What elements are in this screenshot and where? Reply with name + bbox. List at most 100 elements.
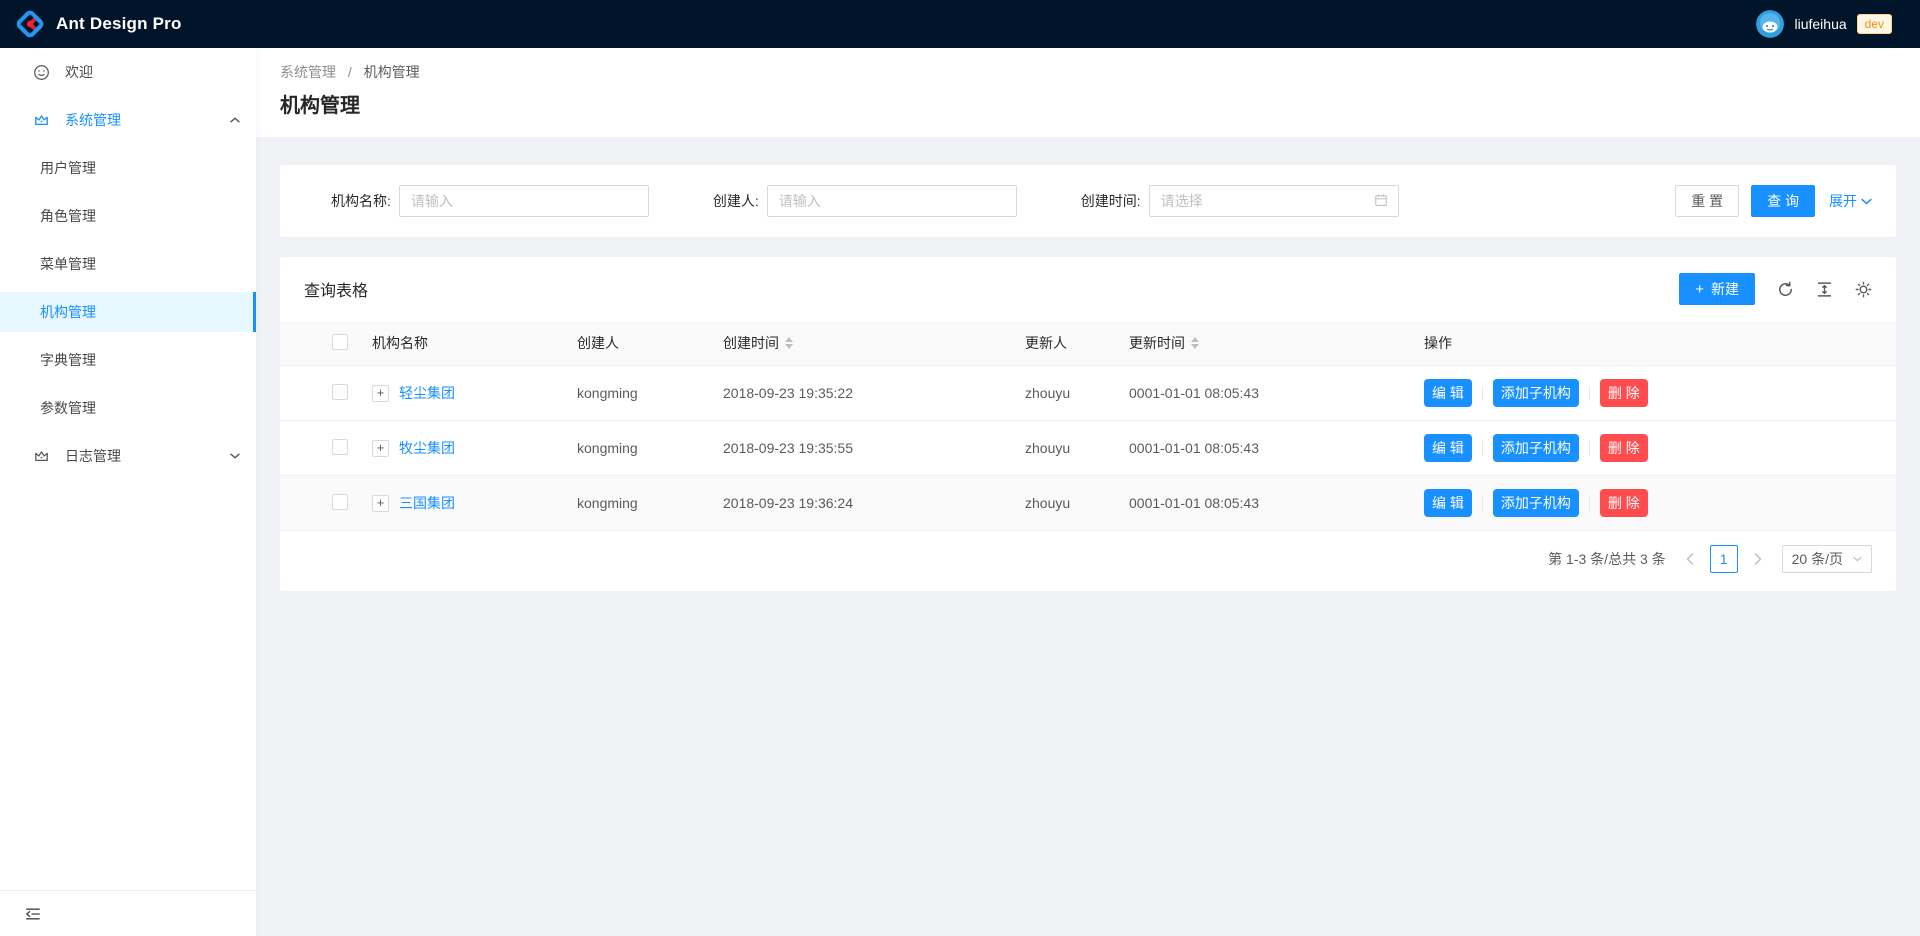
column-header-updated[interactable]: 更新时间 [1113, 321, 1408, 366]
sidebar-item-label: 菜单管理 [40, 254, 96, 274]
delete-button[interactable]: 删 除 [1600, 379, 1648, 407]
avatar [1756, 10, 1784, 38]
prev-page-button[interactable] [1676, 545, 1704, 573]
divider [1482, 496, 1483, 511]
expand-row-icon[interactable]: + [372, 385, 389, 402]
row-checkbox[interactable] [332, 384, 348, 400]
crown-icon [33, 112, 50, 129]
breadcrumb: 系统管理 / 机构管理 [280, 62, 1896, 82]
add-child-org-button[interactable]: 添加子机构 [1493, 379, 1579, 407]
updater-cell: zhouyu [1009, 421, 1113, 476]
sort-icon [1191, 337, 1199, 349]
edit-button[interactable]: 编 辑 [1424, 434, 1472, 462]
expand-row-icon[interactable]: + [372, 495, 389, 512]
updater-cell: zhouyu [1009, 476, 1113, 531]
sidebar-item-menu-mgmt[interactable]: 菜单管理 [0, 244, 256, 284]
table-row: + 三国集团 kongming 2018-09-23 19:36:24 zhou… [280, 476, 1896, 531]
next-page-button[interactable] [1744, 545, 1772, 573]
org-name-link[interactable]: 轻尘集团 [399, 383, 455, 403]
delete-button[interactable]: 删 除 [1600, 434, 1648, 462]
sidebar-submenu-label: 日志管理 [65, 446, 121, 466]
reset-button[interactable]: 重 置 [1675, 185, 1739, 217]
sidebar-item-dict-mgmt[interactable]: 字典管理 [0, 340, 256, 380]
user-menu[interactable]: liufeihua dev [1756, 10, 1892, 38]
org-table: 机构名称 创建人 创建时间 更新人 更新时 [280, 321, 1896, 531]
field-label: 机构名称: [331, 191, 391, 211]
sidebar-item-label: 机构管理 [40, 302, 96, 322]
logo[interactable]: Ant Design Pro [16, 10, 182, 38]
field-label: 创建人: [713, 191, 759, 211]
updater-cell: zhouyu [1009, 366, 1113, 421]
table-row: + 牧尘集团 kongming 2018-09-23 19:35:55 zhou… [280, 421, 1896, 476]
app-title: Ant Design Pro [56, 14, 182, 34]
table-row: + 轻尘集团 kongming 2018-09-23 19:35:22 zhou… [280, 366, 1896, 421]
table-toolbar: 查询表格 + 新建 [280, 257, 1896, 321]
pagination: 第 1-3 条/总共 3 条 1 20 条/页 [280, 531, 1896, 591]
main-menu: 欢迎 系统管理 用户管理 角色管理 [0, 48, 256, 476]
column-header-creator: 创建人 [561, 321, 707, 366]
settings-icon[interactable] [1855, 281, 1872, 298]
org-name-input[interactable] [399, 185, 649, 217]
sidebar-item-role-mgmt[interactable]: 角色管理 [0, 196, 256, 236]
creator-input[interactable] [767, 185, 1017, 217]
column-header-updater: 更新人 [1009, 321, 1113, 366]
breadcrumb-parent[interactable]: 系统管理 [280, 64, 336, 80]
edit-button[interactable]: 编 辑 [1424, 489, 1472, 517]
table-title: 查询表格 [304, 277, 368, 301]
sort-icon [785, 337, 793, 349]
org-name-link[interactable]: 三国集团 [399, 493, 455, 513]
breadcrumb-separator: / [348, 64, 352, 80]
column-header-created[interactable]: 创建时间 [707, 321, 1009, 366]
sidebar-item-label: 字典管理 [40, 350, 96, 370]
add-child-org-button[interactable]: 添加子机构 [1493, 434, 1579, 462]
chevron-down-icon [1861, 198, 1872, 205]
column-header-label: 更新时间 [1129, 333, 1185, 353]
sidebar-collapse-trigger[interactable] [0, 890, 256, 936]
sidebar-item-user-mgmt[interactable]: 用户管理 [0, 148, 256, 188]
search-form-card: 机构名称: 创建人: 创建时间: [280, 165, 1896, 237]
table-card: 查询表格 + 新建 [280, 257, 1896, 591]
sidebar-item-welcome[interactable]: 欢迎 [0, 52, 256, 92]
page-number-1[interactable]: 1 [1710, 545, 1738, 573]
reload-icon[interactable] [1777, 281, 1794, 298]
crown-icon [33, 448, 50, 465]
row-checkbox[interactable] [332, 439, 348, 455]
sidebar-item-label: 用户管理 [40, 158, 96, 178]
sidebar-item-org-mgmt[interactable]: 机构管理 [0, 292, 256, 332]
env-tag: dev [1857, 14, 1892, 34]
row-checkbox[interactable] [332, 494, 348, 510]
delete-button[interactable]: 删 除 [1600, 489, 1648, 517]
sidebar-item-label: 参数管理 [40, 398, 96, 418]
edit-button[interactable]: 编 辑 [1424, 379, 1472, 407]
search-button[interactable]: 查 询 [1751, 185, 1815, 217]
page-title: 机构管理 [280, 92, 1896, 120]
expand-row-icon[interactable]: + [372, 440, 389, 457]
form-item-creator: 创建人: [713, 185, 1017, 217]
main-content: 系统管理 / 机构管理 机构管理 机构名称: 创建人: 创建时间: [256, 48, 1920, 936]
page-size-select[interactable]: 20 条/页 [1782, 545, 1872, 573]
chevron-up-icon [230, 117, 240, 123]
sidebar-submenu-label: 系统管理 [65, 110, 121, 130]
sidebar-submenu-logs[interactable]: 日志管理 [0, 436, 256, 476]
divider [1482, 386, 1483, 401]
page-header: 系统管理 / 机构管理 机构管理 [256, 48, 1920, 137]
divider [1589, 441, 1590, 456]
select-all-checkbox[interactable] [332, 334, 348, 350]
creator-cell: kongming [561, 421, 707, 476]
smile-icon [33, 64, 50, 81]
create-time-picker[interactable] [1149, 185, 1399, 217]
sidebar-item-param-mgmt[interactable]: 参数管理 [0, 388, 256, 428]
creator-cell: kongming [561, 476, 707, 531]
column-height-icon[interactable] [1816, 281, 1833, 298]
chevron-down-icon [230, 453, 240, 459]
username: liufeihua [1794, 16, 1846, 32]
sidebar-submenu-system[interactable]: 系统管理 [0, 100, 256, 140]
expand-toggle[interactable]: 展开 [1829, 191, 1872, 211]
add-child-org-button[interactable]: 添加子机构 [1493, 489, 1579, 517]
created-cell: 2018-09-23 19:35:22 [707, 366, 1009, 421]
field-label: 创建时间: [1081, 191, 1141, 211]
creator-cell: kongming [561, 366, 707, 421]
new-button[interactable]: + 新建 [1679, 273, 1755, 305]
updated-cell: 0001-01-01 08:05:43 [1113, 421, 1408, 476]
org-name-link[interactable]: 牧尘集团 [399, 438, 455, 458]
